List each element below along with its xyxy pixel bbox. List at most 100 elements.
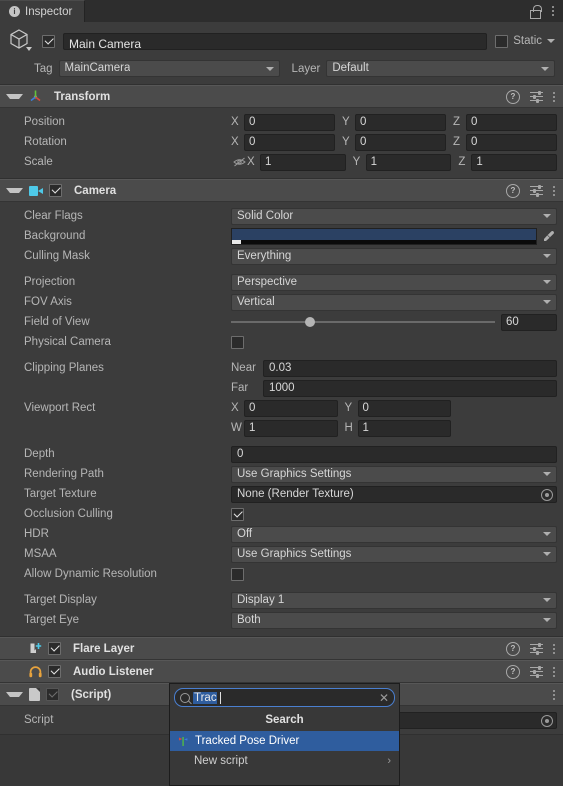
clipping-near-input[interactable]: 0.03: [263, 359, 557, 377]
search-input-wrapper[interactable]: Trac ✕: [174, 688, 395, 707]
clear-flags-dropdown[interactable]: Solid Color: [231, 207, 557, 225]
rotation-x-input[interactable]: 0: [244, 133, 335, 151]
allow-dynamic-resolution-checkbox[interactable]: [231, 567, 244, 581]
component-header-camera[interactable]: Camera ?: [0, 179, 563, 202]
flare-layer-enabled-checkbox[interactable]: [48, 642, 61, 655]
object-name-input[interactable]: Main Camera: [63, 32, 488, 51]
position-z-input[interactable]: 0: [466, 113, 557, 131]
eyedropper-icon[interactable]: [541, 230, 557, 242]
vector3-position: X 0 Y 0 Z 0: [231, 113, 557, 131]
component-title-audio-listener: Audio Listener: [73, 665, 154, 678]
rotation-y-input[interactable]: 0: [355, 133, 446, 151]
viewport-y-input[interactable]: 0: [357, 399, 451, 417]
kebab-menu-icon[interactable]: [553, 185, 555, 196]
kebab-menu-icon[interactable]: [553, 666, 555, 677]
tag-dropdown[interactable]: MainCamera: [58, 60, 280, 77]
chevron-down-icon[interactable]: [547, 39, 555, 43]
component-actions-script: [553, 689, 555, 700]
script-enabled-checkbox[interactable]: [46, 688, 59, 701]
depth-input[interactable]: 0: [231, 445, 557, 463]
expand-triangle-icon[interactable]: [6, 94, 23, 99]
component-header-flare-layer[interactable]: Flare Layer ?: [0, 637, 563, 660]
property-label: Occlusion Culling: [24, 508, 113, 520]
preset-icon[interactable]: [530, 90, 543, 103]
property-label: Allow Dynamic Resolution: [24, 568, 157, 580]
target-eye-dropdown[interactable]: Both: [231, 611, 557, 629]
help-icon[interactable]: ?: [506, 89, 520, 104]
expand-triangle-icon[interactable]: [6, 188, 23, 193]
field-of-view-input[interactable]: 60: [501, 313, 557, 331]
position-x-input[interactable]: 0: [244, 113, 335, 131]
target-texture-object-field[interactable]: None (Render Texture): [231, 485, 557, 503]
property-label: Field of View: [24, 316, 90, 328]
tab-inspector[interactable]: i Inspector: [0, 0, 86, 22]
component-title-transform: Transform: [54, 90, 111, 103]
property-label: Depth: [24, 448, 55, 460]
clear-x-icon[interactable]: ✕: [379, 692, 389, 704]
fov-axis-dropdown[interactable]: Vertical: [231, 293, 557, 311]
scale-x-input[interactable]: 1: [260, 153, 346, 171]
preset-icon[interactable]: [530, 665, 543, 678]
lock-open-icon[interactable]: [530, 5, 542, 19]
kebab-menu-icon[interactable]: [552, 6, 554, 16]
preset-icon[interactable]: [530, 184, 543, 197]
component-actions-transform: ?: [506, 89, 555, 104]
camera-enabled-checkbox[interactable]: [49, 184, 62, 197]
text-cursor: [219, 691, 221, 704]
static-toggle-group: Static: [495, 34, 555, 48]
kebab-menu-icon[interactable]: [553, 643, 555, 654]
viewport-h-input[interactable]: 1: [357, 419, 451, 437]
help-icon[interactable]: ?: [506, 641, 520, 656]
audio-listener-enabled-checkbox[interactable]: [48, 665, 61, 678]
static-checkbox[interactable]: [495, 34, 509, 48]
eye-off-icon[interactable]: [231, 157, 247, 167]
property-row-target-display: Target Display Display 1: [0, 590, 563, 610]
viewport-x-input[interactable]: 0: [244, 399, 338, 417]
object-enabled-checkbox[interactable]: [42, 34, 55, 48]
axis-label-y: Y: [342, 136, 350, 148]
tab-bar-actions: [530, 0, 563, 22]
msaa-dropdown[interactable]: Use Graphics Settings: [231, 545, 557, 563]
clipping-far-input[interactable]: 1000: [263, 379, 557, 397]
alpha-bar: [232, 239, 536, 244]
gameobject-cube-icon[interactable]: [8, 28, 34, 54]
expand-triangle-icon[interactable]: [6, 692, 23, 697]
occlusion-culling-checkbox[interactable]: [231, 507, 244, 521]
help-icon[interactable]: ?: [506, 664, 520, 679]
kebab-menu-icon[interactable]: [553, 91, 555, 102]
rendering-path-dropdown[interactable]: Use Graphics Settings: [231, 465, 557, 483]
tab-inspector-label: Inspector: [25, 5, 73, 18]
component-actions-camera: ?: [506, 183, 555, 198]
slider-knob[interactable]: [305, 317, 316, 327]
property-label: Rendering Path: [24, 468, 104, 480]
object-header-main-row: Main Camera Static: [8, 28, 555, 54]
object-picker-icon[interactable]: [541, 488, 553, 501]
rendering-path-value: Use Graphics Settings: [237, 468, 352, 480]
layer-dropdown[interactable]: Default: [326, 60, 555, 77]
component-header-transform[interactable]: Transform ?: [0, 85, 563, 108]
viewport-w-input[interactable]: 1: [244, 419, 338, 437]
object-picker-icon[interactable]: [541, 714, 553, 727]
search-input[interactable]: Trac: [193, 691, 217, 704]
property-row-scale: Scale X 1 Y 1 Z 1: [0, 152, 563, 172]
physical-camera-checkbox[interactable]: [231, 335, 244, 349]
popup-item-new-script[interactable]: New script ›: [170, 751, 399, 771]
background-color-field[interactable]: [231, 227, 537, 245]
hdr-dropdown[interactable]: Off: [231, 525, 557, 543]
culling-mask-dropdown[interactable]: Everything: [231, 247, 557, 265]
help-icon[interactable]: ?: [506, 183, 520, 198]
field-of-view-slider[interactable]: [231, 314, 495, 331]
preset-icon[interactable]: [530, 642, 543, 655]
popup-item-tracked-pose-driver[interactable]: Tracked Pose Driver: [170, 731, 399, 751]
scale-z-input[interactable]: 1: [471, 153, 558, 171]
projection-dropdown[interactable]: Perspective: [231, 273, 557, 291]
component-header-audio-listener[interactable]: Audio Listener ?: [0, 660, 563, 683]
position-y-input[interactable]: 0: [355, 113, 446, 131]
kebab-menu-icon[interactable]: [553, 689, 555, 700]
rotation-z-input[interactable]: 0: [466, 133, 557, 151]
inspector-panel: i Inspector Main Camera Static Tag MainC…: [0, 0, 563, 786]
fov-axis-value: Vertical: [237, 296, 275, 308]
target-display-dropdown[interactable]: Display 1: [231, 591, 557, 609]
property-row-culling-mask: Culling Mask Everything: [0, 246, 563, 266]
scale-y-input[interactable]: 1: [365, 153, 452, 171]
